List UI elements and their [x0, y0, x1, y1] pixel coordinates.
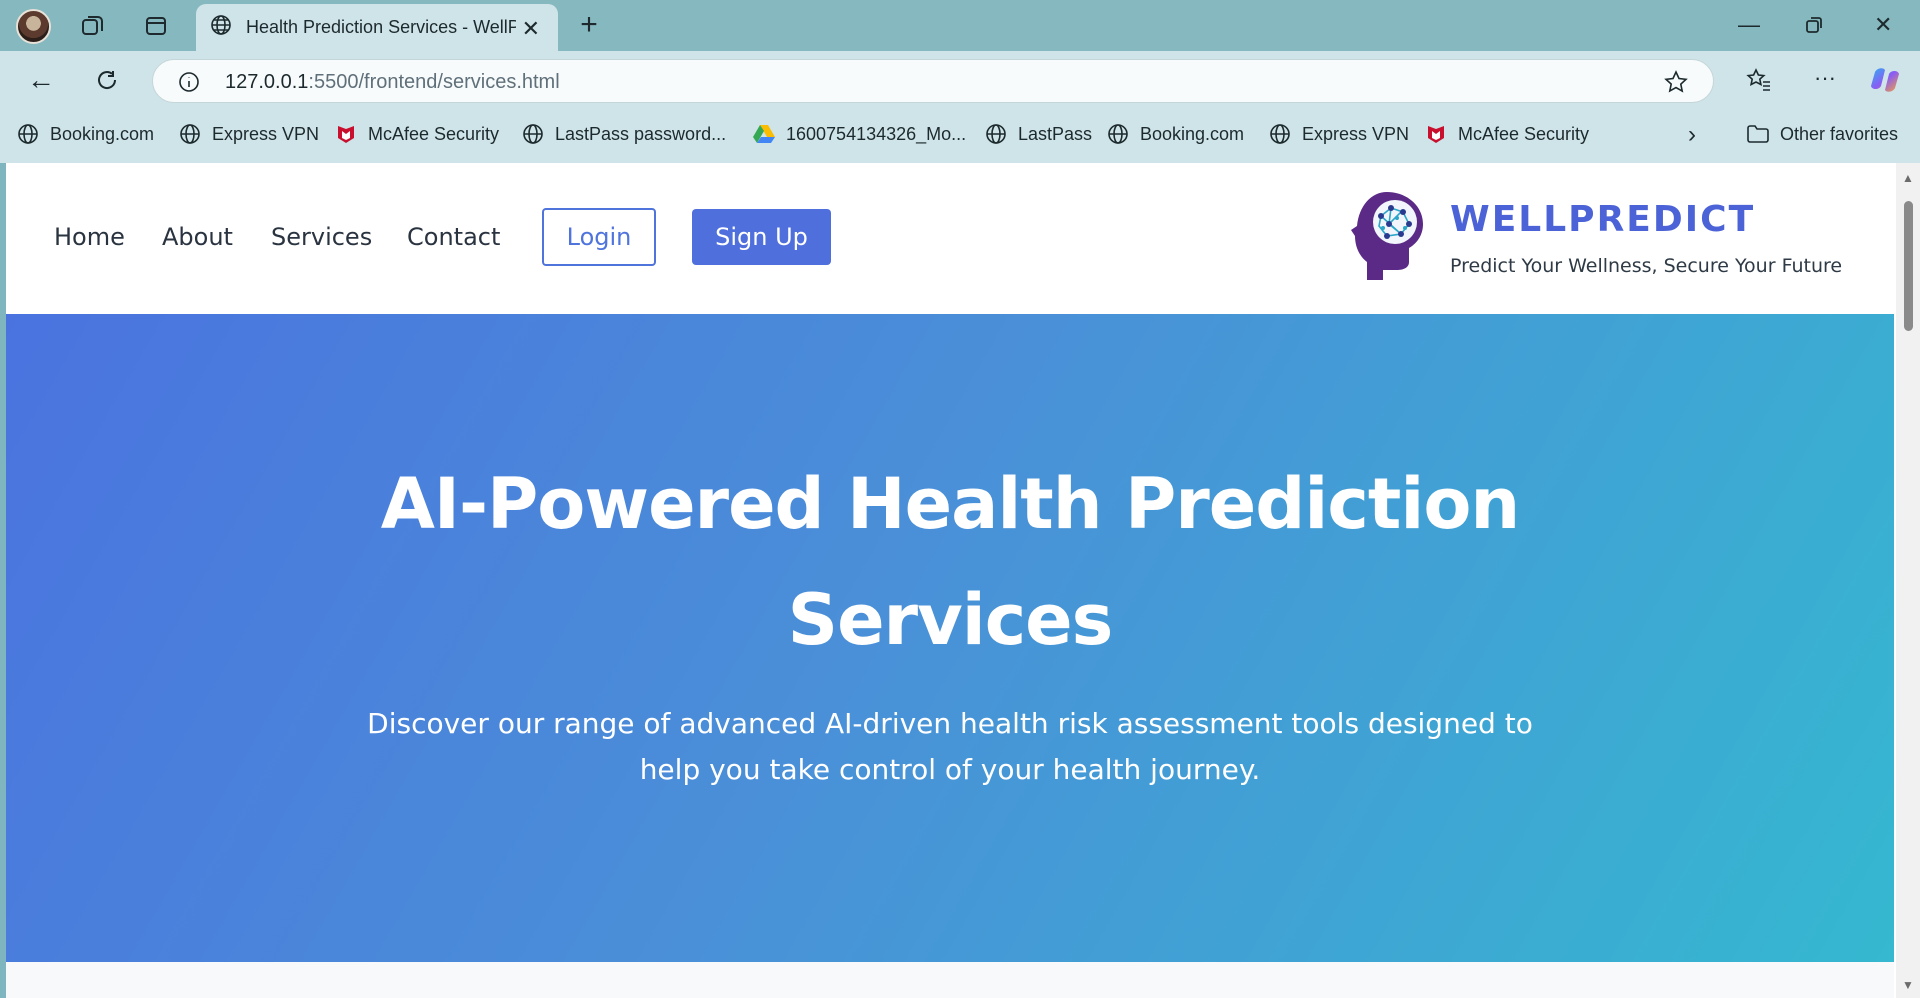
google-drive-icon [752, 122, 776, 146]
page-scrollbar[interactable]: ▲ ▼ [1896, 163, 1920, 998]
back-icon[interactable]: ← [26, 64, 56, 95]
scroll-up-icon[interactable]: ▲ [1902, 171, 1914, 185]
address-toolbar: ← 127.0.0.1:5500/frontend/services.html … [0, 51, 1920, 108]
hero-subtitle-line2: help you take control of your health jou… [639, 753, 1261, 786]
favorite-item[interactable]: 1600754134326_Mo... [752, 122, 966, 146]
scrollbar-thumb[interactable] [1904, 201, 1913, 331]
new-tab-icon[interactable]: + [574, 8, 604, 41]
favorite-item[interactable]: Express VPN [1268, 122, 1409, 146]
next-section [6, 962, 1894, 998]
hero-section: AI-Powered Health Prediction Services Di… [6, 314, 1894, 962]
globe-icon [210, 14, 232, 41]
restore-icon[interactable] [1805, 14, 1823, 40]
favorite-item[interactable]: McAfee Security [1424, 122, 1589, 146]
globe-icon [1268, 122, 1292, 146]
favorite-label: LastPass [1018, 123, 1093, 144]
globe-icon [1106, 122, 1130, 146]
favorite-label: Express VPN [212, 123, 320, 144]
site-info-icon[interactable] [177, 70, 201, 94]
hero-title: AI-Powered Health Prediction Services [206, 446, 1694, 678]
url-text: 127.0.0.1:5500/frontend/services.html [225, 71, 560, 94]
globe-icon [178, 122, 202, 146]
url-path: :5500/frontend/services.html [308, 71, 560, 93]
favorite-item[interactable]: LastPass password... [521, 122, 726, 146]
url-host: 127.0.0.1 [225, 71, 309, 93]
mcafee-icon [1424, 122, 1448, 146]
chevron-right-icon[interactable]: › [1680, 121, 1704, 148]
vertical-tabs-icon[interactable] [141, 12, 171, 40]
hero-subtitle: Discover our range of advanced AI-driven… [306, 701, 1594, 793]
nav-home-link[interactable]: Home [54, 223, 125, 251]
favorite-label: McAfee Security [1458, 123, 1590, 144]
favorite-label: Booking.com [50, 123, 155, 144]
minimize-icon[interactable]: — [1738, 12, 1760, 38]
workspaces-icon[interactable] [78, 12, 108, 40]
favorite-label: McAfee Security [368, 123, 500, 144]
hero-title-line1: AI-Powered Health Prediction [380, 463, 1521, 545]
brand-logo[interactable] [1349, 188, 1431, 282]
brand-name[interactable]: WELLPREDICT [1450, 199, 1755, 240]
signup-button[interactable]: Sign Up [692, 209, 831, 265]
nav-services-link[interactable]: Services [271, 223, 372, 251]
other-favorites[interactable]: Other favorites [1746, 122, 1898, 146]
copilot-icon[interactable] [1868, 63, 1902, 97]
favorite-item[interactable]: Express VPN [178, 122, 319, 146]
favorite-label: LastPass password... [555, 123, 727, 144]
browser-tab-bar: Health Prediction Services - WellPredict… [0, 0, 1920, 51]
hero-subtitle-line1: Discover our range of advanced AI-driven… [367, 707, 1533, 740]
globe-icon [984, 122, 1008, 146]
brand-tagline: Predict Your Wellness, Secure Your Futur… [1450, 255, 1843, 277]
login-button[interactable]: Login [542, 208, 656, 266]
favorites-list-icon[interactable] [1744, 65, 1774, 95]
favorite-label: Booking.com [1140, 123, 1245, 144]
refresh-icon[interactable] [92, 65, 122, 95]
other-favorites-label: Other favorites [1780, 123, 1899, 144]
favorite-item[interactable]: LastPass [984, 122, 1092, 146]
scroll-down-icon[interactable]: ▼ [1902, 978, 1914, 992]
favorite-star-icon[interactable] [1663, 69, 1689, 95]
favorite-item[interactable]: McAfee Security [334, 122, 499, 146]
more-options-icon[interactable]: ··· [1810, 63, 1840, 93]
hero-title-line2: Services [787, 579, 1114, 661]
favorite-item[interactable]: Booking.com [16, 122, 154, 146]
nav-about-link[interactable]: About [162, 223, 233, 251]
favorites-bar: Booking.com Express VPN McAfee Security … [0, 108, 1920, 163]
page-viewport: Home About Services Contact Login Sign U… [6, 163, 1920, 998]
mcafee-icon [334, 122, 358, 146]
folder-icon [1746, 122, 1770, 146]
profile-avatar[interactable] [16, 9, 51, 44]
close-tab-icon[interactable]: ✕ [522, 16, 540, 42]
site-header: Home About Services Contact Login Sign U… [6, 163, 1894, 314]
globe-icon [16, 122, 40, 146]
favorite-label: Express VPN [1302, 123, 1410, 144]
favorite-label: 1600754134326_Mo... [786, 123, 967, 144]
close-window-icon[interactable]: ✕ [1874, 12, 1892, 38]
address-bar[interactable]: 127.0.0.1:5500/frontend/services.html [152, 59, 1714, 103]
tab-title: Health Prediction Services - WellPredict [246, 17, 516, 37]
active-tab[interactable]: Health Prediction Services - WellPredict… [196, 4, 558, 51]
globe-icon [521, 122, 545, 146]
favorite-item[interactable]: Booking.com [1106, 122, 1244, 146]
nav-contact-link[interactable]: Contact [407, 223, 500, 251]
